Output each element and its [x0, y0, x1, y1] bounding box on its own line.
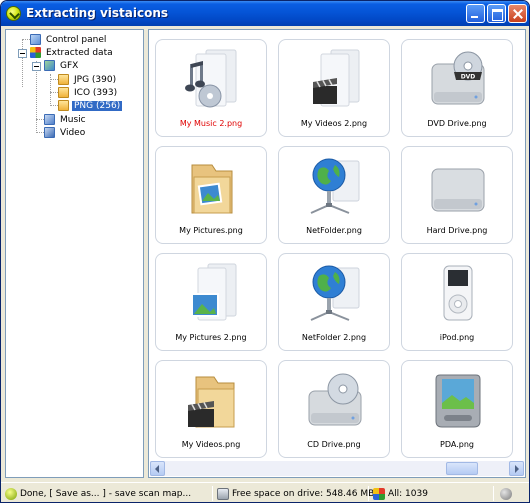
status-separator — [212, 486, 213, 501]
tree-line — [36, 61, 37, 133]
collapse-toggle[interactable] — [32, 62, 41, 71]
tree-item-video[interactable]: Video — [44, 126, 87, 139]
tile-my-pictures-2[interactable]: My Pictures 2.png — [155, 253, 267, 351]
tile-caption: NetFolder 2.png — [301, 333, 367, 342]
status-separator — [493, 486, 494, 501]
scroll-right-button[interactable] — [509, 461, 524, 476]
tree-item-label: ICO (393) — [74, 87, 118, 98]
videos-folder-icon — [188, 376, 235, 428]
title-bar[interactable]: Extracting vistaicons — [1, 1, 529, 26]
tree-item-jpg[interactable]: JPG (390) — [58, 73, 118, 86]
tree-item-gfx[interactable]: GFX — [44, 59, 80, 72]
stats-icon — [373, 487, 385, 500]
checkmark-ball-icon — [6, 6, 21, 21]
scroll-left-button[interactable] — [150, 461, 165, 476]
status-free-space: Free space on drive: 548.46 MB — [217, 485, 374, 502]
tile-caption: DVD Drive.png — [427, 119, 487, 128]
control-panel-icon — [30, 34, 41, 45]
tree-item-control-panel[interactable]: Control panel — [30, 33, 108, 46]
status-message-text: Done, [ Save as... ] - save scan map... — [20, 488, 192, 499]
network-globe-icon — [310, 158, 360, 214]
music-icon — [44, 114, 55, 125]
tile-hard-drive[interactable]: Hard Drive.png — [401, 146, 513, 244]
video-icon — [44, 127, 55, 138]
tile-caption: My Pictures.png — [179, 226, 243, 235]
hard-drive-icon — [431, 168, 485, 212]
tile-ipod[interactable]: iPod.png — [401, 253, 513, 351]
maximize-button[interactable] — [487, 4, 506, 23]
tree-item-label: GFX — [60, 60, 79, 71]
tree-line — [22, 39, 30, 40]
tree-item-ico[interactable]: ICO (393) — [58, 86, 119, 99]
minimize-button[interactable] — [466, 4, 485, 23]
ico-folder-icon — [58, 87, 69, 98]
videos-folder-icon — [313, 49, 360, 107]
tile-netfolder[interactable]: NetFolder.png — [278, 146, 390, 244]
pictures-folder-icon — [191, 164, 233, 214]
cd-drive-icon — [308, 373, 362, 426]
tree-item-label: PNG (256) — [72, 100, 123, 111]
collapse-toggle[interactable] — [18, 49, 27, 58]
tree-line — [50, 105, 58, 106]
network-globe-icon — [310, 265, 360, 321]
tree-item-label: JPG (390) — [74, 74, 117, 85]
all-count-text: All: 1039 — [388, 488, 428, 499]
folder-tree[interactable]: Control panel Extracted data GFX JPG (39… — [5, 29, 144, 478]
status-all-count: All: 1039 — [373, 485, 428, 502]
tree-line — [50, 79, 58, 80]
tree-item-music[interactable]: Music — [44, 113, 88, 126]
tile-caption: PDA.png — [440, 440, 474, 449]
ipod-icon — [443, 265, 473, 321]
scrollbar-thumb[interactable] — [446, 462, 478, 475]
tile-caption: CD Drive.png — [307, 440, 361, 449]
status-separator — [368, 486, 369, 501]
tile-caption: My Pictures 2.png — [175, 333, 247, 342]
tile-caption: iPod.png — [439, 333, 475, 342]
tile-my-pictures[interactable]: My Pictures.png — [155, 146, 267, 244]
tile-my-music-2[interactable]: My Music 2.png — [155, 39, 267, 137]
window-title: Extracting vistaicons — [26, 6, 169, 20]
tile-my-videos-2[interactable]: My Videos 2.png — [278, 39, 390, 137]
horizontal-scrollbar[interactable] — [150, 461, 524, 476]
jpg-folder-icon — [58, 74, 69, 85]
tree-item-label: Music — [60, 114, 86, 125]
status-ok-icon — [5, 487, 17, 500]
free-space-text: Free space on drive: 548.46 MB — [232, 488, 375, 499]
tile-caption: My Videos 2.png — [300, 119, 368, 128]
dvd-drive-icon: DVD — [431, 51, 485, 105]
tile-my-videos[interactable]: My Videos.png — [155, 360, 267, 458]
music-folder-icon — [185, 49, 237, 108]
tree-line — [36, 132, 44, 133]
pda-icon — [435, 374, 481, 428]
status-bar: Done, [ Save as... ] - save scan map... … — [1, 482, 529, 502]
idle-indicator-icon — [500, 487, 512, 500]
tile-caption: Hard Drive.png — [426, 226, 488, 235]
png-folder-icon — [58, 100, 69, 111]
tile-caption: NetFolder.png — [306, 226, 362, 235]
tile-caption: My Videos.png — [181, 440, 241, 449]
tree-item-label: Video — [60, 127, 86, 138]
extracted-data-icon — [30, 47, 41, 58]
tree-line — [36, 119, 44, 120]
status-indicator — [500, 485, 515, 502]
svg-text:DVD: DVD — [461, 74, 476, 81]
tile-caption: My Music 2.png — [179, 119, 243, 128]
tree-item-png[interactable]: PNG (256) — [58, 99, 123, 112]
tile-dvd-drive[interactable]: DVD DVD Drive.png — [401, 39, 513, 137]
tile-pda[interactable]: PDA.png — [401, 360, 513, 458]
status-message: Done, [ Save as... ] - save scan map... — [5, 485, 191, 502]
disk-icon — [217, 487, 229, 500]
tree-line — [22, 40, 23, 87]
icon-grid[interactable]: My Music 2.png My Videos 2.png DVD DVD D… — [148, 29, 526, 478]
tree-item-label: Control panel — [46, 34, 107, 45]
tile-cd-drive[interactable]: CD Drive.png — [278, 360, 390, 458]
pictures-folder-icon — [191, 263, 237, 321]
tile-netfolder-2[interactable]: NetFolder 2.png — [278, 253, 390, 351]
tree-item-label: Extracted data — [46, 47, 113, 58]
tree-item-extracted-data[interactable]: Extracted data — [30, 46, 115, 59]
app-window: Extracting vistaicons Control panel Extr… — [0, 0, 530, 503]
close-button[interactable] — [508, 4, 527, 23]
gfx-icon — [44, 60, 55, 71]
tree-line — [50, 92, 58, 93]
